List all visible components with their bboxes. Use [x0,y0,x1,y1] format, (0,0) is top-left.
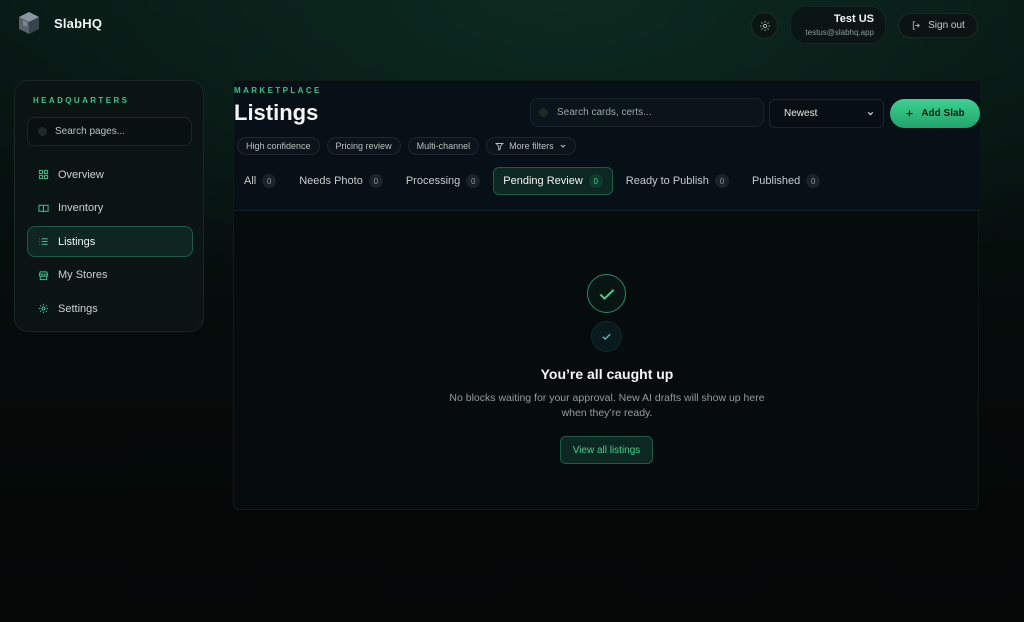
check-circle-icon [587,274,626,313]
listings-header: MARKETPLACE Listings Newest Add Slab Hig… [234,81,980,211]
sidebar-item-settings[interactable]: Settings [27,293,193,324]
sidebar-item-label: My Stores [58,269,108,282]
chevron-down-icon [560,144,565,148]
plus-icon [906,110,913,117]
sign-out-label: Sign out [928,20,965,31]
page-title: Listings [234,100,319,125]
filter-chips: High confidence Pricing review Multi-cha… [237,137,576,155]
page-search-input[interactable] [55,126,175,137]
check-icon [602,333,611,340]
book-icon [38,204,49,212]
tab-count-badge: 0 [368,174,383,188]
sidebar-item-label: Inventory [58,202,104,215]
tab-count-badge: 0 [806,174,821,188]
listings-panel: MARKETPLACE Listings Newest Add Slab Hig… [233,80,980,511]
status-tabs: All 0 Needs Photo 0 Processing 0 Pending… [234,167,833,195]
gear-icon [759,20,770,31]
tab-label: Pending Review [503,175,583,187]
store-icon [38,271,49,280]
tab-pending-review[interactable]: Pending Review 0 [493,167,613,195]
user-email: testus@slabhq.app [805,28,874,37]
tab-label: Needs Photo [299,175,363,187]
tab-label: Processing [405,175,461,187]
grid-icon [38,169,49,180]
more-filters-label: More filters [509,141,554,151]
sidebar-item-my-stores[interactable]: My Stores [27,260,193,291]
tab-label: All [244,175,257,187]
tab-all[interactable]: All 0 [234,167,286,195]
search-icon [539,108,548,117]
chip-high-confidence[interactable]: High confidence [237,137,320,155]
sort-value: Newest [784,108,818,119]
tab-count-badge: 0 [588,174,603,188]
user-name: Test US [833,13,874,25]
brand-name: SlabHQ [54,15,103,31]
tab-needs-photo[interactable]: Needs Photo 0 [289,167,393,195]
top-bar: SlabHQ Test US testus@slabhq.app Sign ou… [0,0,1024,52]
tab-label: Ready to Publish [625,175,709,187]
tab-count-badge: 0 [466,174,481,188]
tab-processing[interactable]: Processing 0 [396,167,490,195]
add-slab-label: Add Slab [921,108,965,119]
sort-select[interactable]: Newest [769,99,884,128]
sidebar-item-label: Listings [58,235,96,248]
section-eyebrow: MARKETPLACE [234,86,322,95]
empty-state-text: No blocks waiting for your approval. New… [449,392,765,419]
sign-out-button[interactable]: Sign out [898,13,978,38]
list-icon [39,238,48,245]
gear-icon [38,304,49,314]
sidebar-item-label: Overview [58,168,104,181]
filter-icon [495,142,504,151]
tab-published[interactable]: Published 0 [742,167,830,195]
chip-pricing-review[interactable]: Pricing review [326,137,401,155]
brand[interactable]: SlabHQ [18,11,102,35]
more-filters-button[interactable]: More filters [486,137,576,155]
empty-state-title: You’re all caught up [540,366,674,382]
tab-ready-to-publish[interactable]: Ready to Publish 0 [616,167,739,195]
check-icon [599,288,614,300]
chip-multi-channel[interactable]: Multi-channel [407,137,480,155]
sign-out-icon [912,21,921,30]
sidebar: HEADQUARTERS Overview Inventory Listings [14,80,204,332]
sidebar-item-inventory[interactable]: Inventory [27,193,193,224]
tab-label: Published [751,175,801,187]
tab-count-badge: 0 [262,174,277,188]
user-card[interactable]: Test US testus@slabhq.app [790,6,886,44]
sidebar-title: HEADQUARTERS [33,96,130,105]
card-search-input[interactable] [557,107,747,118]
view-all-listings-button[interactable]: View all listings [560,436,653,464]
sidebar-item-overview[interactable]: Overview [27,159,193,190]
search-icon [38,127,47,136]
card-search[interactable] [530,98,764,127]
tab-count-badge: 0 [714,174,729,188]
sidebar-item-label: Settings [58,302,98,315]
sidebar-nav: Overview Inventory Listings My Stores Se… [27,159,193,327]
small-check-circle-icon [591,321,622,352]
sidebar-item-listings[interactable]: Listings [27,226,193,258]
chevron-down-icon [867,111,874,116]
add-slab-button[interactable]: Add Slab [890,99,980,128]
page-search[interactable] [27,117,192,146]
settings-gear-button[interactable] [751,12,778,39]
slab-cube-logo-icon [19,12,39,34]
empty-state: You’re all caught up No blocks waiting f… [234,211,980,511]
